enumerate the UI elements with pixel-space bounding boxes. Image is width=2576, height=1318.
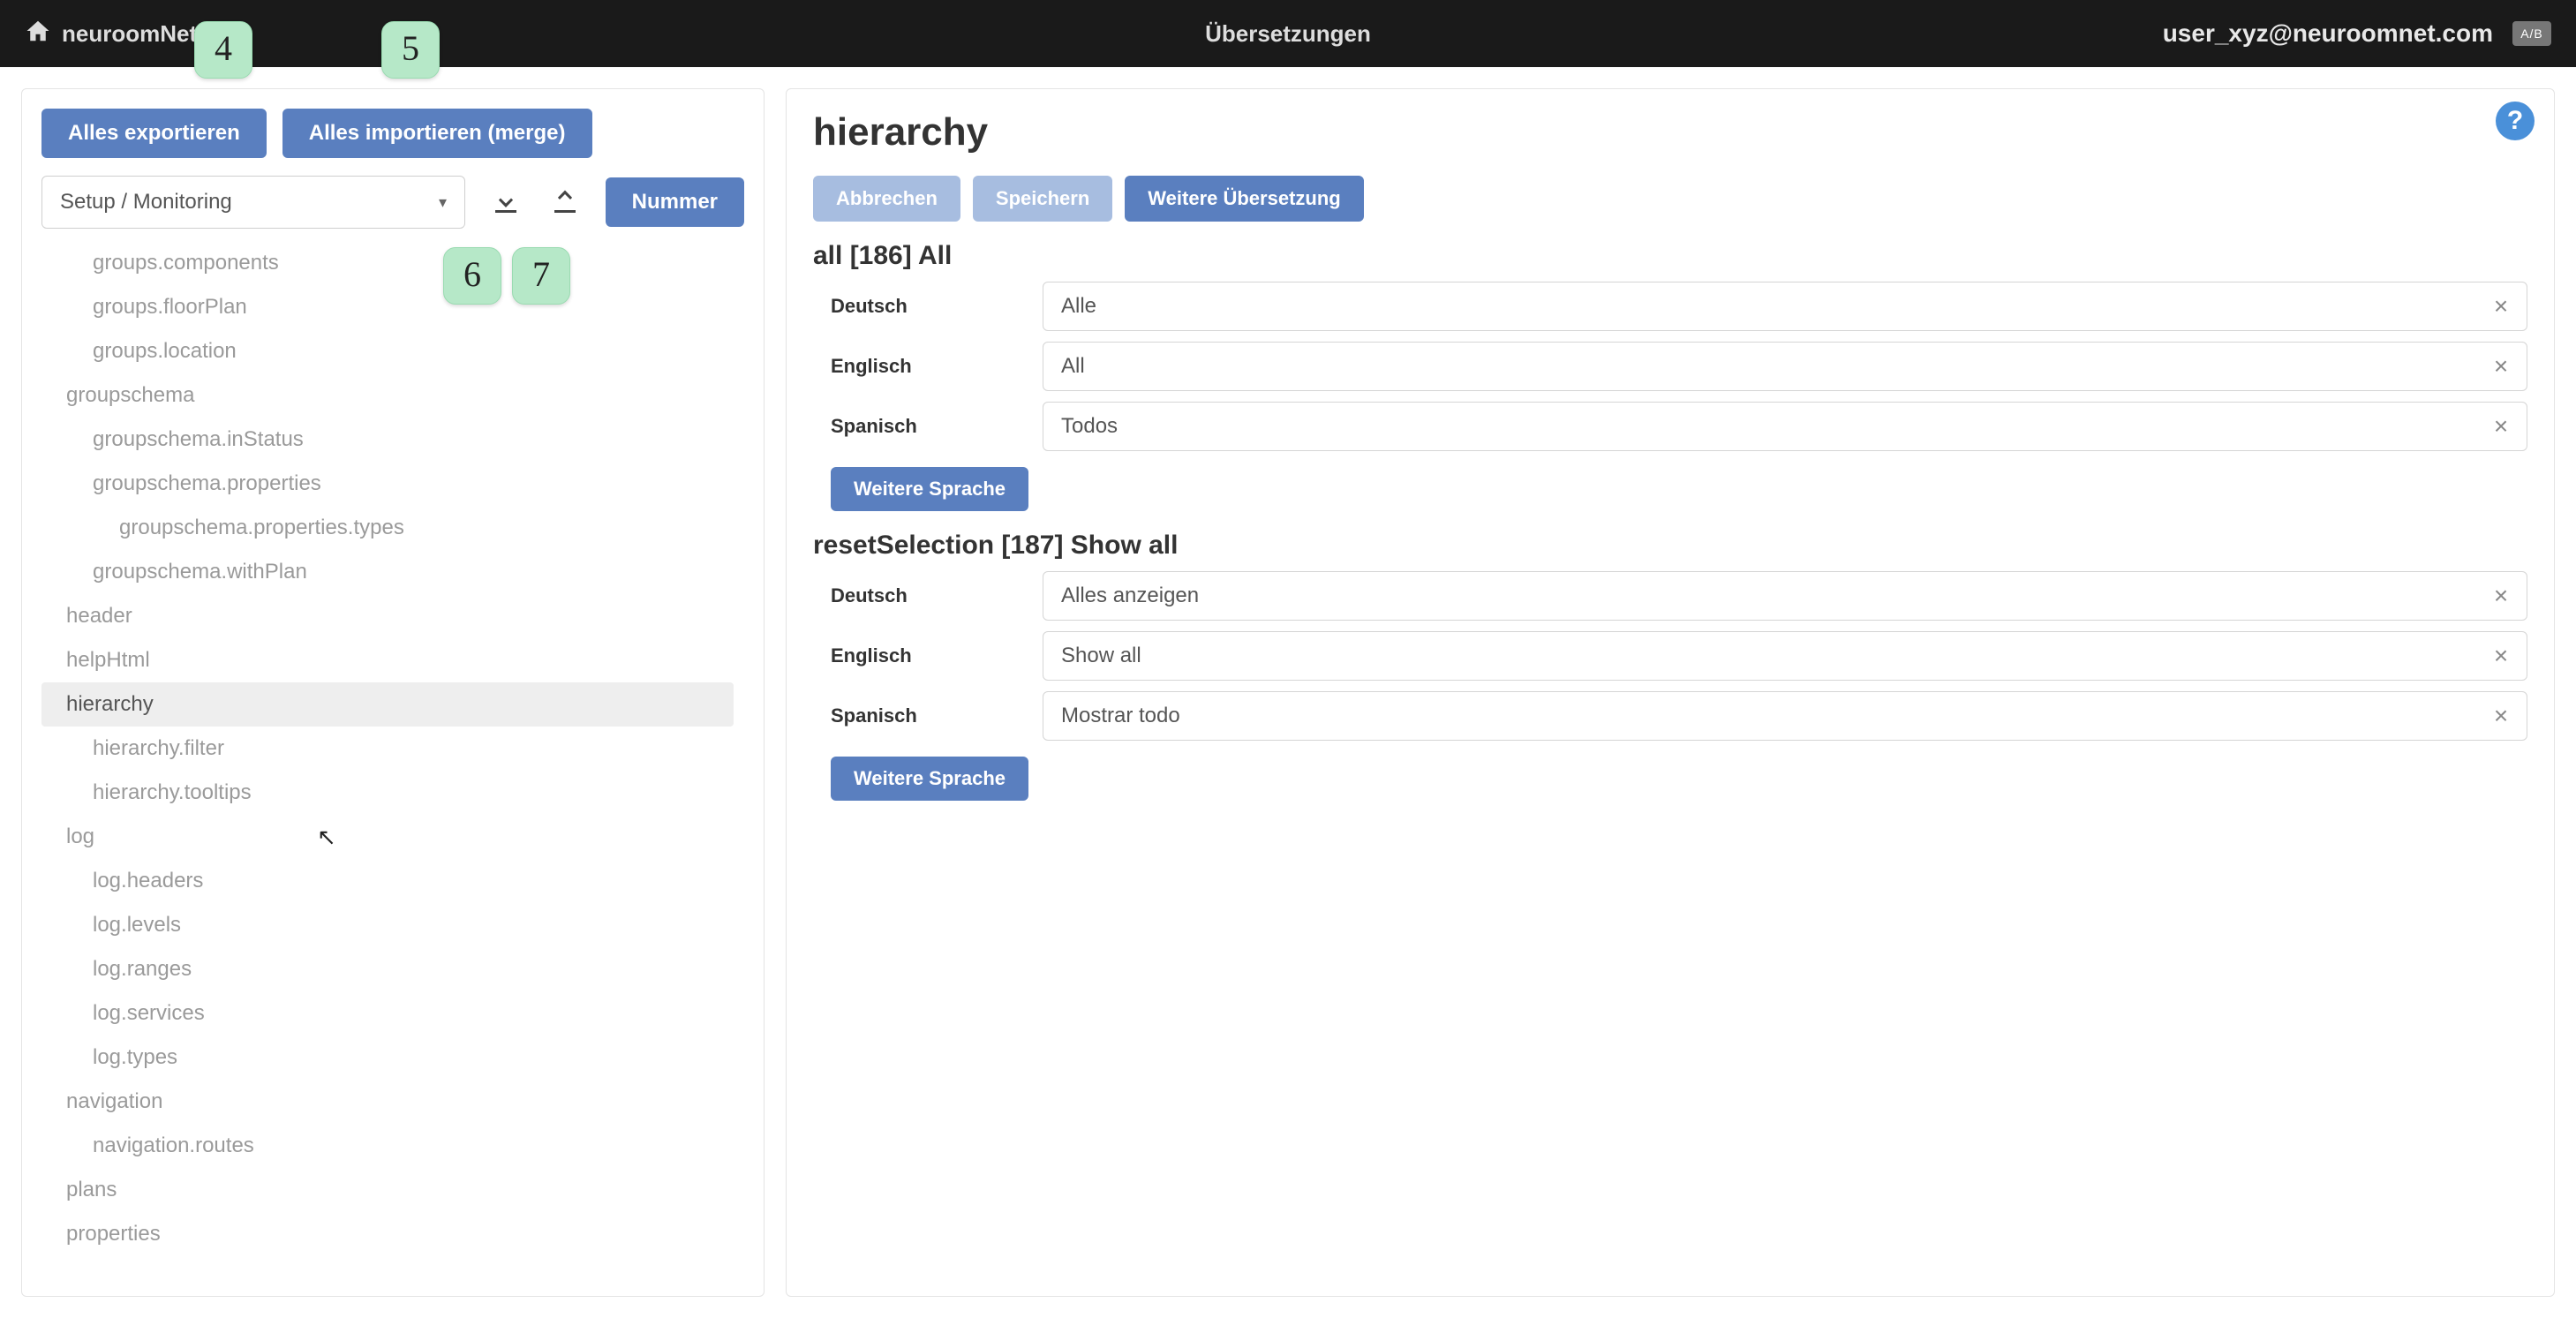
tree-item[interactable]: log.levels bbox=[41, 903, 734, 947]
tree-item[interactable]: groups.components bbox=[41, 241, 734, 285]
upload-icon[interactable] bbox=[546, 181, 584, 223]
tree-item[interactable]: groups.floorPlan bbox=[41, 285, 734, 329]
translation-input[interactable] bbox=[1043, 631, 2527, 681]
language-label: Deutsch bbox=[813, 295, 1043, 318]
tree-item[interactable]: log bbox=[41, 815, 734, 859]
tree-item[interactable]: navigation bbox=[41, 1080, 734, 1124]
left-panel: Alles exportieren Alles importieren (mer… bbox=[21, 88, 765, 1297]
language-label: Englisch bbox=[813, 644, 1043, 667]
language-label: Deutsch bbox=[813, 584, 1043, 607]
translation-input[interactable] bbox=[1043, 342, 2527, 391]
left-toolbar: Setup / Monitoring ▾ Nummer bbox=[41, 176, 744, 229]
language-label: Spanisch bbox=[813, 704, 1043, 727]
clear-icon[interactable]: × bbox=[2487, 702, 2515, 730]
clear-icon[interactable]: × bbox=[2487, 582, 2515, 610]
lang-badge[interactable]: A/B bbox=[2512, 21, 2551, 46]
section-heading: all [186] All bbox=[813, 241, 2527, 271]
clear-icon[interactable]: × bbox=[2487, 412, 2515, 441]
tree-item[interactable]: log.ranges bbox=[41, 947, 734, 991]
home-icon bbox=[25, 18, 51, 50]
translation-input[interactable] bbox=[1043, 571, 2527, 621]
user-area: user_xyz@neuroomnet.com A/B bbox=[2163, 19, 2551, 48]
context-dropdown[interactable]: Setup / Monitoring ▾ bbox=[41, 176, 465, 229]
detail-title: hierarchy bbox=[813, 110, 2527, 154]
translation-input[interactable] bbox=[1043, 691, 2527, 741]
nav-tree[interactable]: groups.componentsgroups.floorPlangroups.… bbox=[41, 241, 744, 1285]
clear-icon[interactable]: × bbox=[2487, 352, 2515, 380]
export-import-row: Alles exportieren Alles importieren (mer… bbox=[41, 109, 744, 158]
save-button[interactable]: Speichern bbox=[973, 176, 1112, 222]
translation-input[interactable] bbox=[1043, 402, 2527, 451]
translation-row: Deutsch × bbox=[813, 282, 2527, 331]
tree-item[interactable]: groups.location bbox=[41, 329, 734, 373]
tree-item[interactable]: log.types bbox=[41, 1036, 734, 1080]
clear-icon[interactable]: × bbox=[2487, 292, 2515, 320]
topbar: neuroomNet Übersetzungen user_xyz@neuroo… bbox=[0, 0, 2576, 67]
tree-item[interactable]: groupschema.properties bbox=[41, 462, 734, 506]
chevron-down-icon: ▾ bbox=[439, 193, 447, 212]
language-label: Englisch bbox=[813, 355, 1043, 378]
brand[interactable]: neuroomNet bbox=[25, 18, 197, 50]
brand-label: neuroomNet bbox=[62, 20, 197, 48]
tree-item[interactable]: hierarchy bbox=[41, 682, 734, 727]
tree-item[interactable]: properties bbox=[41, 1212, 734, 1256]
tree-item[interactable]: navigation.routes bbox=[41, 1124, 734, 1168]
tree-item[interactable]: header bbox=[41, 594, 734, 638]
tree-item[interactable]: log.services bbox=[41, 991, 734, 1036]
translation-row: Englisch × bbox=[813, 342, 2527, 391]
download-icon[interactable] bbox=[486, 181, 524, 223]
translation-row: Spanisch × bbox=[813, 691, 2527, 741]
help-icon[interactable]: ? bbox=[2496, 102, 2535, 140]
tree-item[interactable]: helpHtml bbox=[41, 638, 734, 682]
translation-row: Deutsch × bbox=[813, 571, 2527, 621]
page-title: Übersetzungen bbox=[1205, 20, 1371, 48]
tree-item[interactable]: log.headers bbox=[41, 859, 734, 903]
user-email[interactable]: user_xyz@neuroomnet.com bbox=[2163, 19, 2493, 48]
nav-tree-wrap: groups.componentsgroups.floorPlangroups.… bbox=[41, 241, 744, 1285]
translation-input-wrap: × bbox=[1043, 691, 2527, 741]
tree-item[interactable]: plans bbox=[41, 1168, 734, 1212]
import-all-button[interactable]: Alles importieren (merge) bbox=[282, 109, 592, 158]
translation-input-wrap: × bbox=[1043, 402, 2527, 451]
tree-item[interactable]: groupschema.inStatus bbox=[41, 418, 734, 462]
add-language-button[interactable]: Weitere Sprache bbox=[831, 757, 1028, 801]
translation-sections: all [186] All Deutsch × Englisch × Spanisch × W… bbox=[813, 241, 2527, 801]
tree-item[interactable]: groupschema.withPlan bbox=[41, 550, 734, 594]
cancel-button[interactable]: Abbrechen bbox=[813, 176, 960, 222]
detail-actions: Abbrechen Speichern Weitere Übersetzung bbox=[813, 176, 2527, 222]
add-language-button[interactable]: Weitere Sprache bbox=[831, 467, 1028, 511]
tree-item[interactable]: hierarchy.filter bbox=[41, 727, 734, 771]
translation-input-wrap: × bbox=[1043, 282, 2527, 331]
workspace: Alles exportieren Alles importieren (mer… bbox=[0, 67, 2576, 1318]
tree-item[interactable]: groupschema.properties.types bbox=[41, 506, 734, 550]
language-label: Spanisch bbox=[813, 415, 1043, 438]
translation-input[interactable] bbox=[1043, 282, 2527, 331]
section-heading: resetSelection [187] Show all bbox=[813, 531, 2527, 561]
translation-input-wrap: × bbox=[1043, 342, 2527, 391]
export-all-button[interactable]: Alles exportieren bbox=[41, 109, 267, 158]
tree-item[interactable]: groupschema bbox=[41, 373, 734, 418]
clear-icon[interactable]: × bbox=[2487, 642, 2515, 670]
dropdown-value: Setup / Monitoring bbox=[60, 190, 232, 215]
translation-row: Englisch × bbox=[813, 631, 2527, 681]
number-button[interactable]: Nummer bbox=[606, 177, 744, 227]
translation-input-wrap: × bbox=[1043, 631, 2527, 681]
more-translations-button[interactable]: Weitere Übersetzung bbox=[1125, 176, 1363, 222]
translation-row: Spanisch × bbox=[813, 402, 2527, 451]
right-panel: ? hierarchy Abbrechen Speichern Weitere … bbox=[786, 88, 2555, 1297]
tree-item[interactable]: hierarchy.tooltips bbox=[41, 771, 734, 815]
translation-input-wrap: × bbox=[1043, 571, 2527, 621]
